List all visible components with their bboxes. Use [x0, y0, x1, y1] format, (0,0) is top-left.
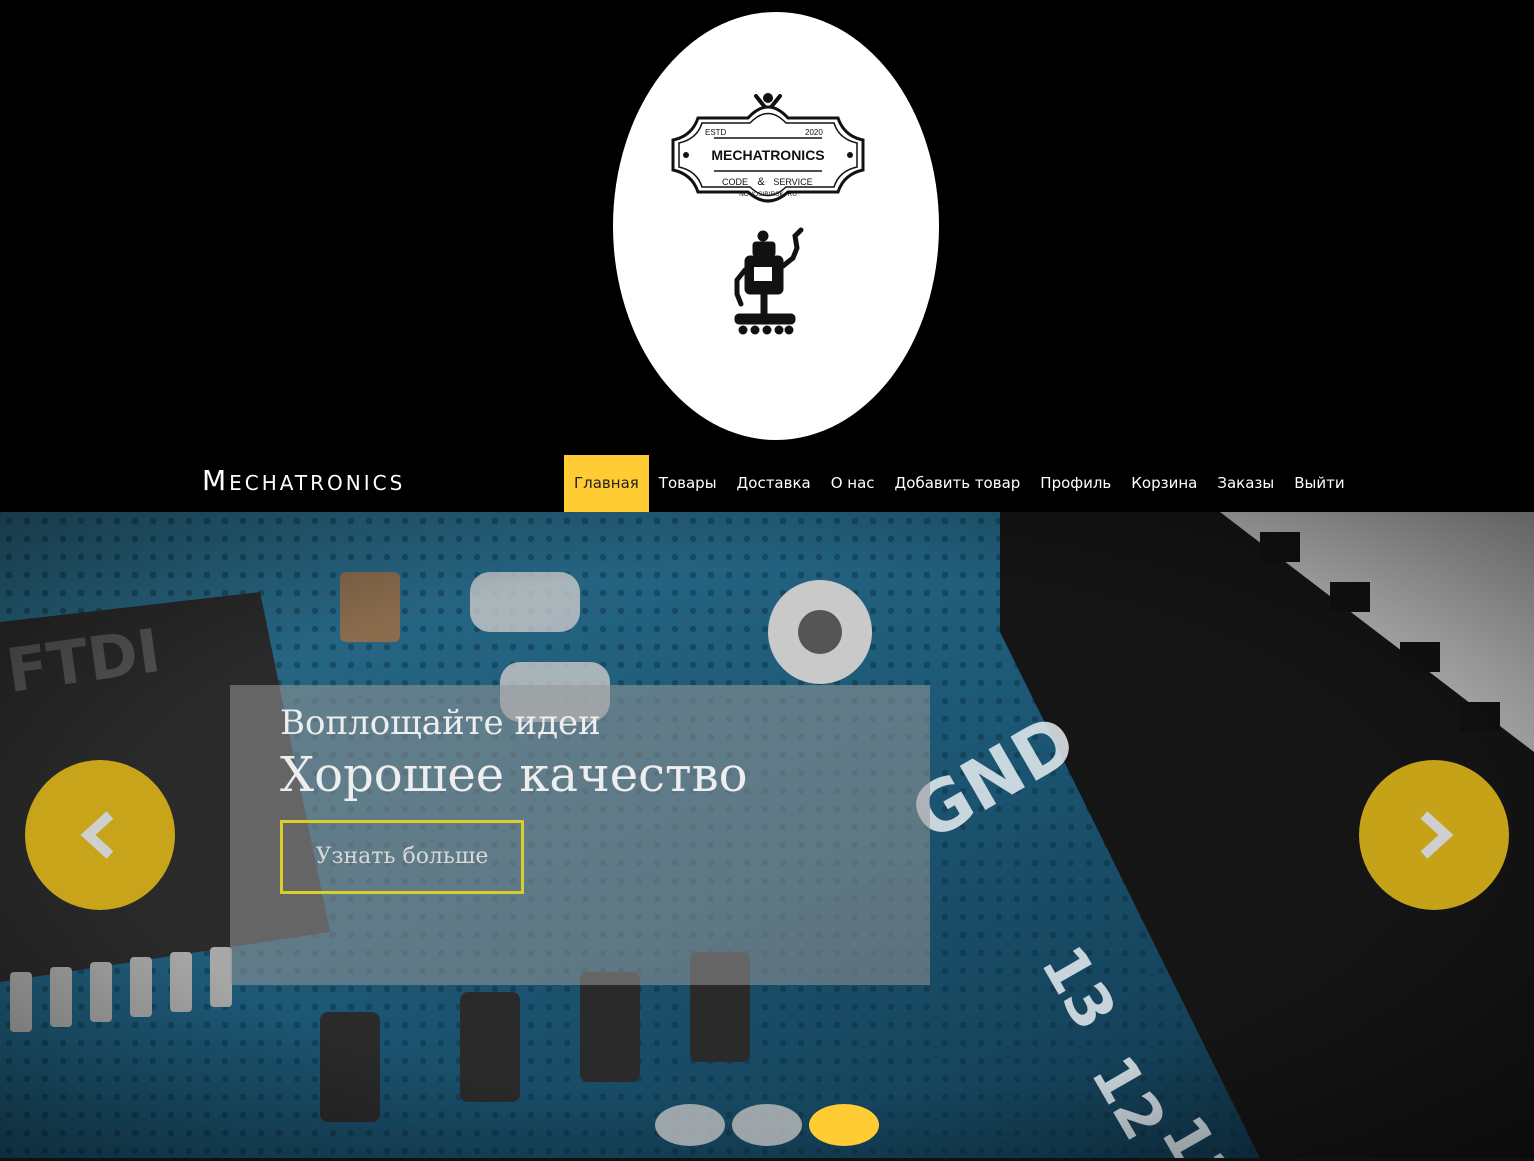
svg-text:&: & — [757, 176, 765, 188]
learn-more-button[interactable]: Узнать больше — [280, 820, 524, 894]
robot-icon — [734, 227, 804, 335]
svg-text:MECHATRONICS: MECHATRONICS — [711, 147, 824, 163]
nav-item-profile[interactable]: Профиль — [1030, 455, 1121, 512]
svg-text:SERVICE: SERVICE — [773, 177, 812, 187]
nav-item-home[interactable]: Главная — [564, 455, 649, 512]
nav-item-about[interactable]: О нас — [821, 455, 885, 512]
nav-item-logout[interactable]: Выйти — [1284, 455, 1354, 512]
chevron-right-icon — [1420, 811, 1454, 859]
navbar: Mechatronics Главная Товары Доставка О н… — [0, 455, 1534, 512]
site-header: ESTD 2020 MECHATRONICS CODE & SERVICE NO… — [0, 0, 1534, 455]
nav-item-cart[interactable]: Корзина — [1121, 455, 1207, 512]
chevron-left-icon — [80, 811, 114, 859]
nav-item-orders[interactable]: Заказы — [1207, 455, 1284, 512]
carousel-indicator-1[interactable] — [655, 1104, 725, 1146]
nav-item-products[interactable]: Товары — [649, 455, 727, 512]
carousel-indicators — [655, 1104, 879, 1146]
carousel-indicator-3[interactable] — [809, 1104, 879, 1146]
carousel-indicator-2[interactable] — [732, 1104, 802, 1146]
caption-subtitle: Воплощайте идеи — [280, 703, 601, 743]
svg-text:CODE: CODE — [722, 177, 748, 187]
brand-logo[interactable]: Mechatronics — [202, 464, 405, 497]
nav-item-add-product[interactable]: Добавить товар — [885, 455, 1031, 512]
slide-caption: Воплощайте идеи Хорошее качество Узнать … — [230, 685, 930, 985]
caption-title: Хорошее качество — [280, 747, 748, 803]
svg-text:NOVOSIBIRSK, RU: NOVOSIBIRSK, RU — [739, 191, 797, 198]
nav-menu: Главная Товары Доставка О нас Добавить т… — [564, 455, 1355, 512]
carousel-prev-button[interactable] — [25, 760, 175, 910]
svg-text:2020: 2020 — [805, 128, 823, 137]
logo[interactable]: ESTD 2020 MECHATRONICS CODE & SERVICE NO… — [613, 12, 939, 440]
hero-carousel: FTDI GND 13 12 11 — [0, 512, 1534, 1158]
carousel-next-button[interactable] — [1359, 760, 1509, 910]
logo-badge: ESTD 2020 MECHATRONICS CODE & SERVICE NO… — [671, 93, 865, 203]
svg-text:ESTD: ESTD — [705, 128, 727, 137]
nav-item-delivery[interactable]: Доставка — [727, 455, 821, 512]
